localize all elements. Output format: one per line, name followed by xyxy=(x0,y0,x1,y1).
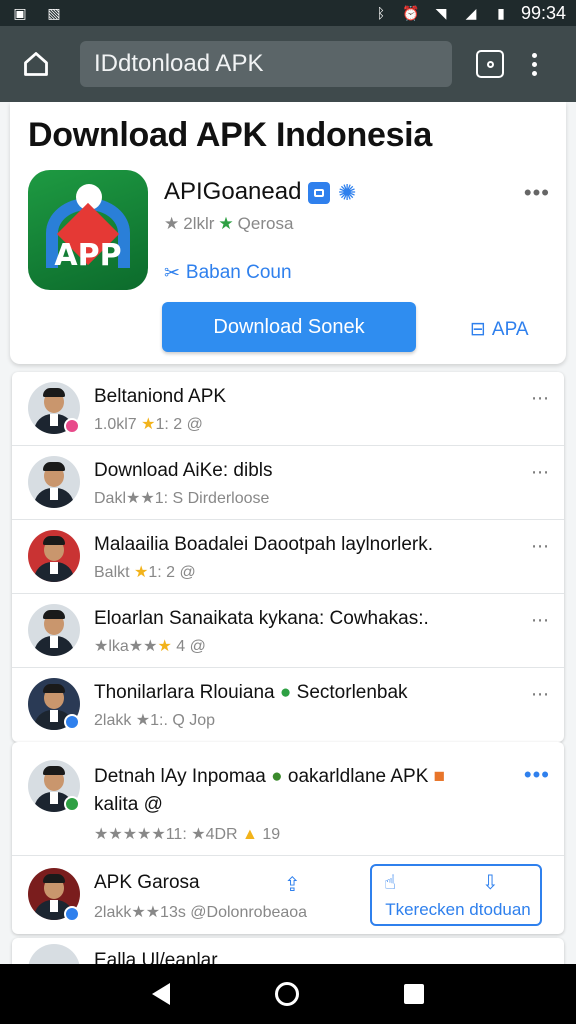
avatar xyxy=(28,604,80,656)
item-meta: 1.0kl7 ★1: 2 @ xyxy=(94,416,203,433)
results-list-2: Detnah lAy Inpomaa ● oakarldlane APK ■ k… xyxy=(12,742,564,934)
list-item[interactable]: Thonilarlara Rlouiana ● Sectorlenbak 2la… xyxy=(12,668,564,742)
item-title: Detnah lAy Inpomaa ● oakarldlane APK ■ xyxy=(94,766,446,787)
status-bar: ▣ ▧ ᛒ ⏰ ◥ ◢ ▮ 99:34 xyxy=(0,0,576,26)
alarm-icon: ⏰ xyxy=(402,4,420,21)
item-more-button[interactable]: ⋯ xyxy=(531,388,550,409)
list-item[interactable]: APK Garosa 2lakk★★13s @Dolonrobeaoa ⇪ ☝ … xyxy=(12,856,564,934)
image-icon: ▣ xyxy=(13,4,27,21)
item-title: Malaailia Boadalei Daootpah laylnorlerk. xyxy=(94,534,434,555)
list-item[interactable]: Malaailia Boadalei Daootpah laylnorlerk.… xyxy=(12,520,564,594)
app-name: APIGoanead xyxy=(164,178,302,205)
signal-icon: ◢ xyxy=(465,4,477,21)
home-button[interactable] xyxy=(14,42,58,86)
item-title: Download AiKe: dibls xyxy=(94,460,273,481)
list-item[interactable]: Download AiKe: dibls Dakl★★1: S Dirderlo… xyxy=(12,446,564,520)
item-more-button[interactable]: ⋯ xyxy=(531,462,550,483)
download-icon: ⇩ xyxy=(482,872,499,894)
page-content: Download APK Indonesia APP APIGoanead ✺ … xyxy=(0,102,576,964)
apk-icon: ⊟ xyxy=(470,319,486,340)
item-subtitle: kalita @ xyxy=(94,794,163,815)
download-outline-button[interactable]: ☝ ⇩ Tkerecken dtoduan xyxy=(370,864,542,926)
item-title: APK Garosa xyxy=(94,872,200,893)
gear-icon: ✺ xyxy=(338,180,357,205)
home-circle-icon[interactable] xyxy=(274,982,299,1006)
rating-source: Qerosa xyxy=(237,214,294,233)
download-button[interactable]: Download Sonek xyxy=(162,302,416,352)
app-icon[interactable]: APP xyxy=(28,170,148,290)
address-bar[interactable]: IDdtonload APK xyxy=(80,41,452,87)
item-meta: 2lakk★★13s @Dolonrobeaoa xyxy=(94,904,308,921)
list-item[interactable]: Beltaniond APK 1.0kl7 ★1: 2 @ ⋯ xyxy=(12,372,564,446)
item-more-button[interactable]: ⋯ xyxy=(531,684,550,705)
item-title: Ealla Ul/eanlar xyxy=(94,950,218,964)
results-list-3: Ealla Ul/eanlar xyxy=(12,938,564,964)
badge-icon xyxy=(64,418,80,434)
item-more-button[interactable]: ••• xyxy=(524,762,550,788)
green-star-icon: ★ xyxy=(218,214,234,233)
status-time: 99:34 xyxy=(520,2,566,23)
thumbs-up-icon: ☝ xyxy=(384,872,397,894)
recents-icon[interactable] xyxy=(403,984,424,1004)
item-meta: ★★★★★11: ★4DR ▲ 19 xyxy=(94,826,281,843)
system-navigation-bar xyxy=(0,964,576,1024)
tools-icon: ✂ xyxy=(164,263,180,284)
tabs-button[interactable] xyxy=(476,50,504,78)
app-rating: ★ 2lklr ★ Qerosa xyxy=(164,214,293,234)
item-more-button[interactable]: ⋯ xyxy=(531,536,550,557)
back-icon[interactable] xyxy=(152,983,171,1005)
item-meta: Balkt ★1: 2 @ xyxy=(94,564,196,581)
item-meta: 2lakk ★1:. Q Jop xyxy=(94,712,216,729)
list-item[interactable]: Eloarlan Sanaikata kykana: Cowhakas:. ★l… xyxy=(12,594,564,668)
apa-link-label: APA xyxy=(491,318,529,340)
featured-list-item[interactable]: Detnah lAy Inpomaa ● oakarldlane APK ■ k… xyxy=(12,742,564,856)
verified-badge-icon xyxy=(64,714,80,730)
item-title: Thonilarlara Rlouiana ● Sectorlenbak xyxy=(94,682,408,703)
item-meta: Dakl★★1: S Dirderloose xyxy=(94,490,270,507)
gallery-icon: ▧ xyxy=(47,4,61,21)
app-hero-card: Download APK Indonesia APP APIGoanead ✺ … xyxy=(10,102,566,364)
badge-icon xyxy=(64,796,80,812)
verified-icon xyxy=(308,182,330,204)
star-icon: ★ xyxy=(164,214,180,233)
app-icon-text: APP xyxy=(54,238,122,273)
wifi-icon: ◥ xyxy=(435,4,447,21)
more-options-button[interactable]: ••• xyxy=(524,180,550,206)
page-title: Download APK Indonesia xyxy=(28,116,432,154)
home-icon xyxy=(24,52,48,76)
rating-text: 2lklr xyxy=(183,214,215,233)
bluetooth-icon: ᛒ xyxy=(376,5,386,21)
item-more-button[interactable]: ⋯ xyxy=(531,610,550,631)
avatar xyxy=(28,530,80,582)
avatar xyxy=(28,456,80,508)
tabs-icon xyxy=(486,60,494,68)
share-icon[interactable]: ⇪ xyxy=(284,872,301,897)
item-title: Eloarlan Sanaikata kykana: Cowhakas:. xyxy=(94,608,429,629)
download-outline-label: Tkerecken dtoduan xyxy=(385,900,531,919)
verified-badge-icon xyxy=(64,906,80,922)
results-list-1: Beltaniond APK 1.0kl7 ★1: 2 @ ⋯ Download… xyxy=(12,372,564,742)
battery-icon: ▮ xyxy=(497,4,505,21)
overflow-menu-button[interactable] xyxy=(532,52,537,76)
avatar xyxy=(28,944,80,964)
item-title: Beltaniond APK xyxy=(94,386,227,407)
browser-toolbar: IDdtonload APK xyxy=(0,26,576,102)
item-meta: ★lka★★★ 4 @ xyxy=(94,638,206,655)
developer-link[interactable]: ✂ Baban Coun xyxy=(164,262,292,285)
developer-name: Baban Coun xyxy=(185,262,292,283)
apa-link[interactable]: ⊟ APA xyxy=(470,318,529,341)
